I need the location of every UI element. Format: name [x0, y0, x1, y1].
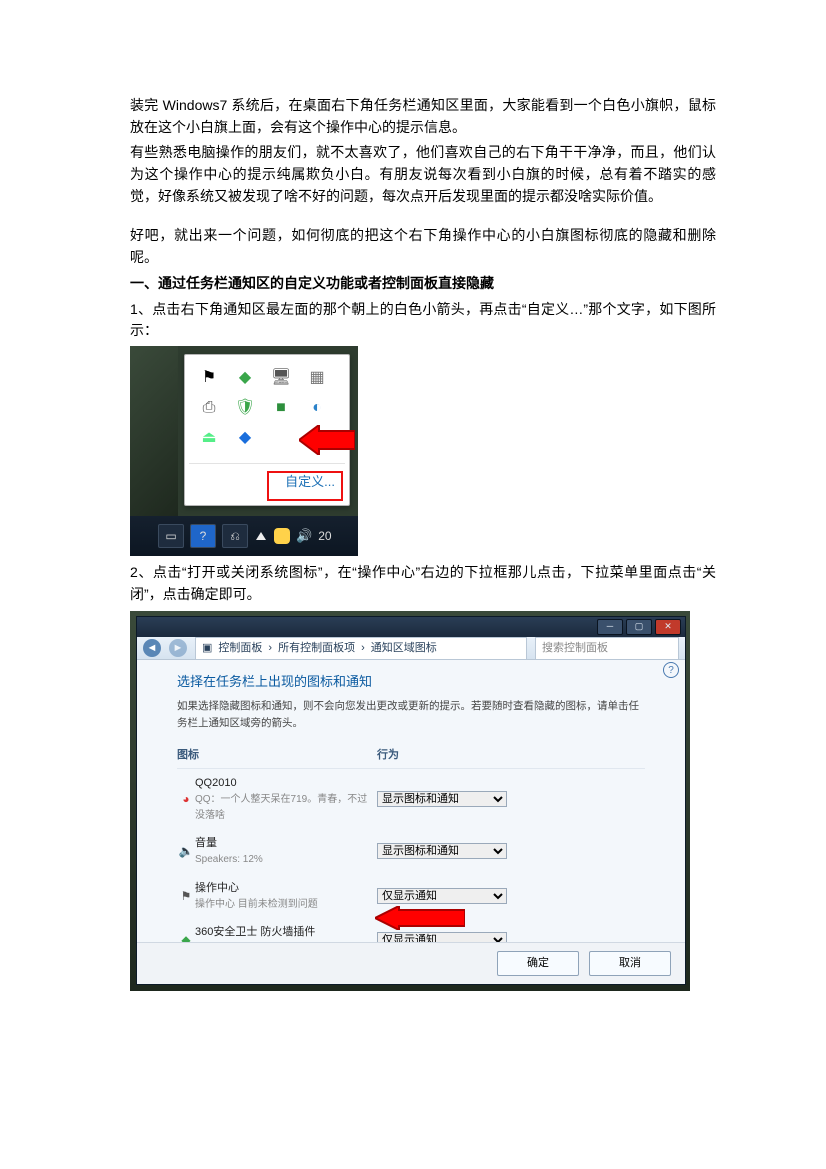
clock-text-partial: 20	[318, 527, 331, 546]
action-center-flag-icon[interactable]: ⚑	[199, 369, 219, 389]
red-arrow-annotation	[299, 425, 355, 455]
paragraph-1: 装完 Windows7 系统后，在桌面右下角任务栏通知区里面，大家能看到一个白色…	[130, 95, 716, 138]
step-1-text: 1、点击右下角通知区最左面的那个朝上的白色小箭头，再点击“自定义…”那个文字，如…	[130, 299, 716, 342]
cancel-button[interactable]: 取消	[589, 951, 671, 976]
window-body: ? 选择在任务栏上出现的图标和通知 如果选择隐藏图标和通知，则不会向您发出更改或…	[137, 660, 685, 942]
row-sub: Speakers: 12%	[195, 852, 377, 868]
taskbar-help-icon[interactable]: ?	[190, 524, 216, 548]
breadcrumb[interactable]: ▣ 控制面板› 所有控制面板项› 通知区域图标	[195, 637, 527, 660]
minimize-button[interactable]: ─	[597, 619, 623, 635]
dialog-footer: 确定 取消	[137, 942, 685, 984]
generic-tray-icon[interactable]: ▦	[307, 369, 327, 389]
paragraph-3: 好吧，就出来一个问题，如何彻底的把这个右下角操作中心的小白旗图标彻底的隐藏和删除…	[130, 225, 716, 268]
screenshot-tray-flyout: ⚑ ◆ 🖥 ▦ ⎙ 🛡 ■ ◐ ⏏ ◆ 自定义... ▭ ? ⎌	[130, 346, 358, 556]
paragraph-2: 有些熟悉电脑操作的朋友们，就不太喜欢了，他们喜欢自己的右下角干干净净，而且，他们…	[130, 142, 716, 207]
row-name: 操作中心	[195, 880, 377, 897]
diamond-icon[interactable]: ◆	[235, 429, 255, 449]
window-titlebar: ─ ▢ ✕	[137, 617, 685, 637]
shield-icon[interactable]: ◆	[235, 369, 255, 389]
search-input[interactable]: 搜索控制面板	[535, 637, 679, 660]
behavior-select[interactable]: 显示图标和通知	[377, 791, 507, 807]
red-arrow-annotation	[375, 906, 465, 930]
row-sub: QQ：一个人整天呆在719。青春，不过没落啥	[195, 792, 377, 823]
row-name: 音量	[195, 835, 377, 852]
breadcrumb-part[interactable]: 所有控制面板项	[278, 640, 355, 657]
hidden-icons-flyout: ⚑ ◆ 🖥 ▦ ⎙ 🛡 ■ ◐ ⏏ ◆ 自定义...	[184, 354, 350, 506]
app-icon[interactable]: ■	[271, 399, 291, 419]
row-name: QQ2010	[195, 775, 377, 792]
behavior-select[interactable]: 仅显示通知	[377, 932, 507, 942]
ok-button[interactable]: 确定	[497, 951, 579, 976]
document-page: 装完 Windows7 系统后，在桌面右下角任务栏通知区里面，大家能看到一个白色…	[0, 0, 826, 1169]
taskbar: ▭ ? ⎌ 🔊 20	[130, 516, 358, 556]
column-header-icon: 图标	[177, 747, 377, 764]
qq-tray-icon[interactable]	[274, 528, 290, 544]
close-button[interactable]: ✕	[655, 619, 681, 635]
show-hidden-icons-arrow[interactable]	[256, 532, 266, 540]
usb-eject-icon[interactable]: ⏏	[199, 429, 219, 449]
customize-link[interactable]: 自定义...	[185, 464, 349, 502]
qq-icon: ◕	[177, 790, 195, 809]
page-title: 选择在任务栏上出现的图标和通知	[177, 672, 645, 692]
back-button[interactable]: ◄	[143, 639, 161, 657]
forward-button[interactable]: ►	[169, 639, 187, 657]
screenshot-notification-area-icons: ─ ▢ ✕ ◄ ► ▣ 控制面板› 所有控制面板项› 通知区域图标 搜索控制面板…	[130, 611, 690, 991]
printer-icon[interactable]: ⎙	[199, 399, 219, 419]
taskbar-item[interactable]: ⎌	[222, 524, 248, 548]
list-row: 🔈 音量Speakers: 12% 显示图标和通知	[177, 829, 645, 874]
explorer-toolbar: ◄ ► ▣ 控制面板› 所有控制面板项› 通知区域图标 搜索控制面板	[137, 637, 685, 660]
behavior-select[interactable]: 仅显示通知	[377, 888, 507, 904]
globe-icon[interactable]: ◐	[307, 399, 327, 419]
breadcrumb-part[interactable]: 通知区域图标	[371, 640, 437, 657]
page-description: 如果选择隐藏图标和通知，则不会向您发出更改或更新的提示。若要随时查看隐藏的图标，…	[177, 698, 645, 731]
maximize-button[interactable]: ▢	[626, 619, 652, 635]
taskbar-ime-icon[interactable]: ▭	[158, 524, 184, 548]
volume-icon: 🔈	[177, 842, 195, 861]
monitor-icon[interactable]: 🖥	[271, 369, 291, 389]
360-shield-icon: ◆	[177, 931, 195, 942]
action-center-flag-icon: ⚑	[177, 887, 195, 906]
breadcrumb-part[interactable]: 控制面板	[218, 640, 262, 657]
help-icon[interactable]: ?	[663, 662, 679, 678]
volume-tray-icon[interactable]: 🔊	[296, 526, 312, 546]
row-name: 360安全卫士 防火墙插件	[195, 924, 377, 941]
section-heading-1: 一、通过任务栏通知区的自定义功能或者控制面板直接隐藏	[130, 273, 716, 295]
row-sub: 360安全卫士 木马防火墙完全开启	[195, 941, 377, 942]
security-shield-icon[interactable]: 🛡	[235, 399, 255, 419]
column-header-behavior: 行为	[377, 747, 399, 764]
list-row: ◕ QQ2010QQ：一个人整天呆在719。青春，不过没落啥 显示图标和通知	[177, 769, 645, 829]
step-2-text: 2、点击“打开或关闭系统图标”，在“操作中心”右边的下拉框那儿点击，下拉菜单里面…	[130, 562, 716, 605]
behavior-select[interactable]: 显示图标和通知	[377, 843, 507, 859]
row-sub: 操作中心 目前未检测到问题	[195, 897, 377, 913]
